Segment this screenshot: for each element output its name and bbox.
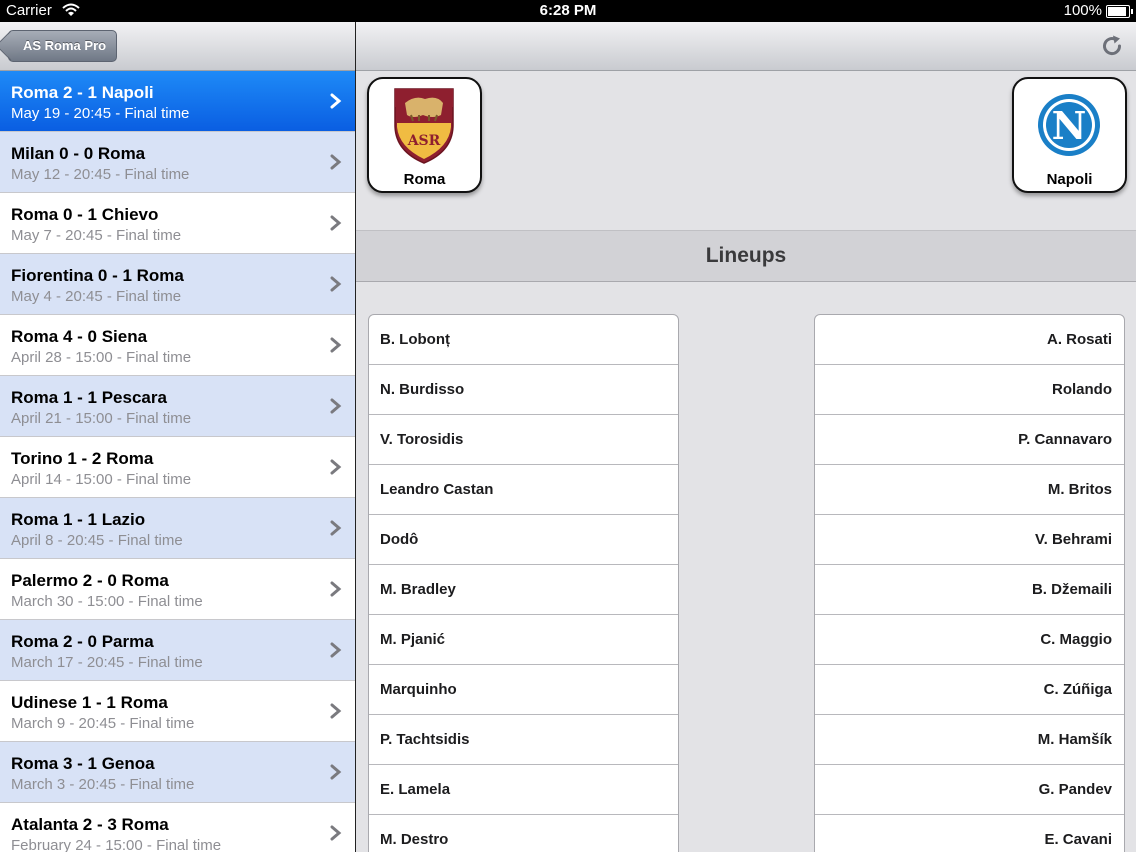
chevron-right-icon <box>329 459 343 475</box>
chevron-right-icon <box>329 276 343 292</box>
match-title: Atalanta 2 - 3 Roma <box>11 815 169 834</box>
match-row[interactable]: Roma 1 - 1 Lazio April 8 - 20:45 - Final … <box>0 498 355 559</box>
away-player-row[interactable]: C. Maggio <box>815 615 1124 665</box>
match-detail-pane: ASR Roma N Napoli Lineups B. Lobonț N. Bu… <box>356 22 1136 852</box>
match-title: Udinese 1 - 1 Roma <box>11 693 168 712</box>
match-row[interactable]: Atalanta 2 - 3 Roma February 24 - 15:00 -… <box>0 803 355 852</box>
match-title: Roma 1 - 1 Lazio <box>11 510 146 529</box>
match-list-pane: AS Roma Pro Roma 2 - 1 Napoli May 19 - 20… <box>0 22 355 852</box>
back-button-label: AS Roma Pro <box>23 38 107 53</box>
home-player-row[interactable]: P. Tachtsidis <box>369 715 678 765</box>
match-subtitle: April 21 - 15:00 - Final time <box>11 410 192 427</box>
home-player-row[interactable]: B. Lobonț <box>369 315 678 365</box>
match-title: Fiorentina 0 - 1 Roma <box>11 266 184 285</box>
home-player-row[interactable]: M. Pjanić <box>369 615 678 665</box>
match-row[interactable]: Fiorentina 0 - 1 Roma May 4 - 20:45 - Fin… <box>0 254 355 315</box>
napoli-crest-icon: N <box>1038 94 1100 156</box>
home-player-row[interactable]: M. Bradley <box>369 565 678 615</box>
refresh-icon[interactable] <box>1100 34 1124 58</box>
match-row[interactable]: Roma 0 - 1 Chievo May 7 - 20:45 - Final t… <box>0 193 355 254</box>
chevron-right-icon <box>329 825 343 841</box>
chevron-right-icon <box>329 398 343 414</box>
match-row[interactable]: Roma 1 - 1 Pescara April 21 - 15:00 - Fin… <box>0 376 355 437</box>
match-title: Milan 0 - 0 Roma <box>11 144 146 163</box>
home-player-row[interactable]: M. Destro <box>369 815 678 852</box>
home-player-row[interactable]: Marquinho <box>369 665 678 715</box>
chevron-right-icon <box>329 581 343 597</box>
away-player-row[interactable]: A. Rosati <box>815 315 1124 365</box>
match-title: Roma 0 - 1 Chievo <box>11 205 159 224</box>
away-player-row[interactable]: B. Džemaili <box>815 565 1124 615</box>
chevron-right-icon <box>329 154 343 170</box>
match-subtitle: March 3 - 20:45 - Final time <box>11 776 195 793</box>
left-navigation-bar: AS Roma Pro <box>0 22 355 71</box>
match-row[interactable]: Udinese 1 - 1 Roma March 9 - 20:45 - Fina… <box>0 681 355 742</box>
match-subtitle: March 30 - 15:00 - Final time <box>11 593 203 610</box>
away-player-row[interactable]: M. Britos <box>815 465 1124 515</box>
match-title: Roma 3 - 1 Genoa <box>11 754 155 773</box>
home-lineup-list: B. Lobonț N. Burdisso V. Torosidis Leandro … <box>368 314 679 852</box>
match-row[interactable]: Torino 1 - 2 Roma April 14 - 15:00 - Fina… <box>0 437 355 498</box>
away-player-row[interactable]: G. Pandev <box>815 765 1124 815</box>
battery-percent: 100% <box>1063 2 1102 19</box>
home-player-row[interactable]: E. Lamela <box>369 765 678 815</box>
chevron-right-icon <box>329 703 343 719</box>
svg-text:N: N <box>1052 103 1087 148</box>
chevron-right-icon <box>329 764 343 780</box>
match-row[interactable]: Roma 2 - 0 Parma March 17 - 20:45 - Final… <box>0 620 355 681</box>
match-subtitle: April 8 - 20:45 - Final time <box>11 532 183 549</box>
home-player-row[interactable]: Dodô <box>369 515 678 565</box>
match-subtitle: March 9 - 20:45 - Final time <box>11 715 195 732</box>
match-title: Torino 1 - 2 Roma <box>11 449 154 468</box>
battery-icon <box>1106 5 1133 18</box>
status-bar: Carrier 6:28 PM 100% <box>0 0 1136 22</box>
match-subtitle: April 28 - 15:00 - Final time <box>11 349 192 366</box>
away-player-row[interactable]: E. Cavani <box>815 815 1124 852</box>
back-button[interactable]: AS Roma Pro <box>8 30 118 62</box>
away-lineup-list: A. Rosati Rolando P. Cannavaro M. Britos V. … <box>814 314 1125 852</box>
match-list: Roma 2 - 1 Napoli May 19 - 20:45 - Final … <box>0 71 355 852</box>
home-team-card[interactable]: ASR Roma <box>367 77 482 193</box>
match-subtitle: March 17 - 20:45 - Final time <box>11 654 203 671</box>
home-team-name: Roma <box>403 171 446 188</box>
match-row[interactable]: Roma 3 - 1 Genoa March 3 - 20:45 - Final … <box>0 742 355 803</box>
match-title: Roma 2 - 1 Napoli <box>11 83 154 102</box>
match-row[interactable]: Palermo 2 - 0 Roma March 30 - 15:00 - Fin… <box>0 559 355 620</box>
away-player-row[interactable]: M. Hamšík <box>815 715 1124 765</box>
away-player-row[interactable]: C. Zúñiga <box>815 665 1124 715</box>
clock: 6:28 PM <box>539 2 597 19</box>
chevron-right-icon <box>329 93 343 109</box>
match-row[interactable]: Roma 4 - 0 Siena April 28 - 15:00 - Final… <box>0 315 355 376</box>
svg-text:ASR: ASR <box>407 133 441 149</box>
chevron-right-icon <box>329 642 343 658</box>
match-title: Palermo 2 - 0 Roma <box>11 571 169 590</box>
away-player-row[interactable]: V. Behrami <box>815 515 1124 565</box>
match-subtitle: April 14 - 15:00 - Final time <box>11 471 192 488</box>
match-row[interactable]: Roma 2 - 1 Napoli May 19 - 20:45 - Final … <box>0 71 355 132</box>
match-title: Roma 4 - 0 Siena <box>11 327 148 346</box>
chevron-right-icon <box>329 337 343 353</box>
away-player-row[interactable]: Rolando <box>815 365 1124 415</box>
right-navigation-bar <box>356 22 1136 71</box>
match-subtitle: February 24 - 15:00 - Final time <box>11 837 222 852</box>
match-row[interactable]: Milan 0 - 0 Roma May 12 - 20:45 - Final t… <box>0 132 355 193</box>
match-subtitle: May 19 - 20:45 - Final time <box>11 105 190 122</box>
home-player-row[interactable]: Leandro Castan <box>369 465 678 515</box>
chevron-right-icon <box>329 520 343 536</box>
lineups-section-header: Lineups <box>356 230 1136 282</box>
home-player-row[interactable]: N. Burdisso <box>369 365 678 415</box>
away-team-name: Napoli <box>1046 171 1093 188</box>
home-player-row[interactable]: V. Torosidis <box>369 415 678 465</box>
match-title: Roma 2 - 0 Parma <box>11 632 154 651</box>
roma-crest-icon: ASR <box>394 88 454 164</box>
away-player-row[interactable]: P. Cannavaro <box>815 415 1124 465</box>
match-subtitle: May 4 - 20:45 - Final time <box>11 288 182 305</box>
match-title: Roma 1 - 1 Pescara <box>11 388 167 407</box>
away-team-card[interactable]: N Napoli <box>1012 77 1127 193</box>
match-subtitle: May 12 - 20:45 - Final time <box>11 166 190 183</box>
match-subtitle: May 7 - 20:45 - Final time <box>11 227 182 244</box>
chevron-right-icon <box>329 215 343 231</box>
